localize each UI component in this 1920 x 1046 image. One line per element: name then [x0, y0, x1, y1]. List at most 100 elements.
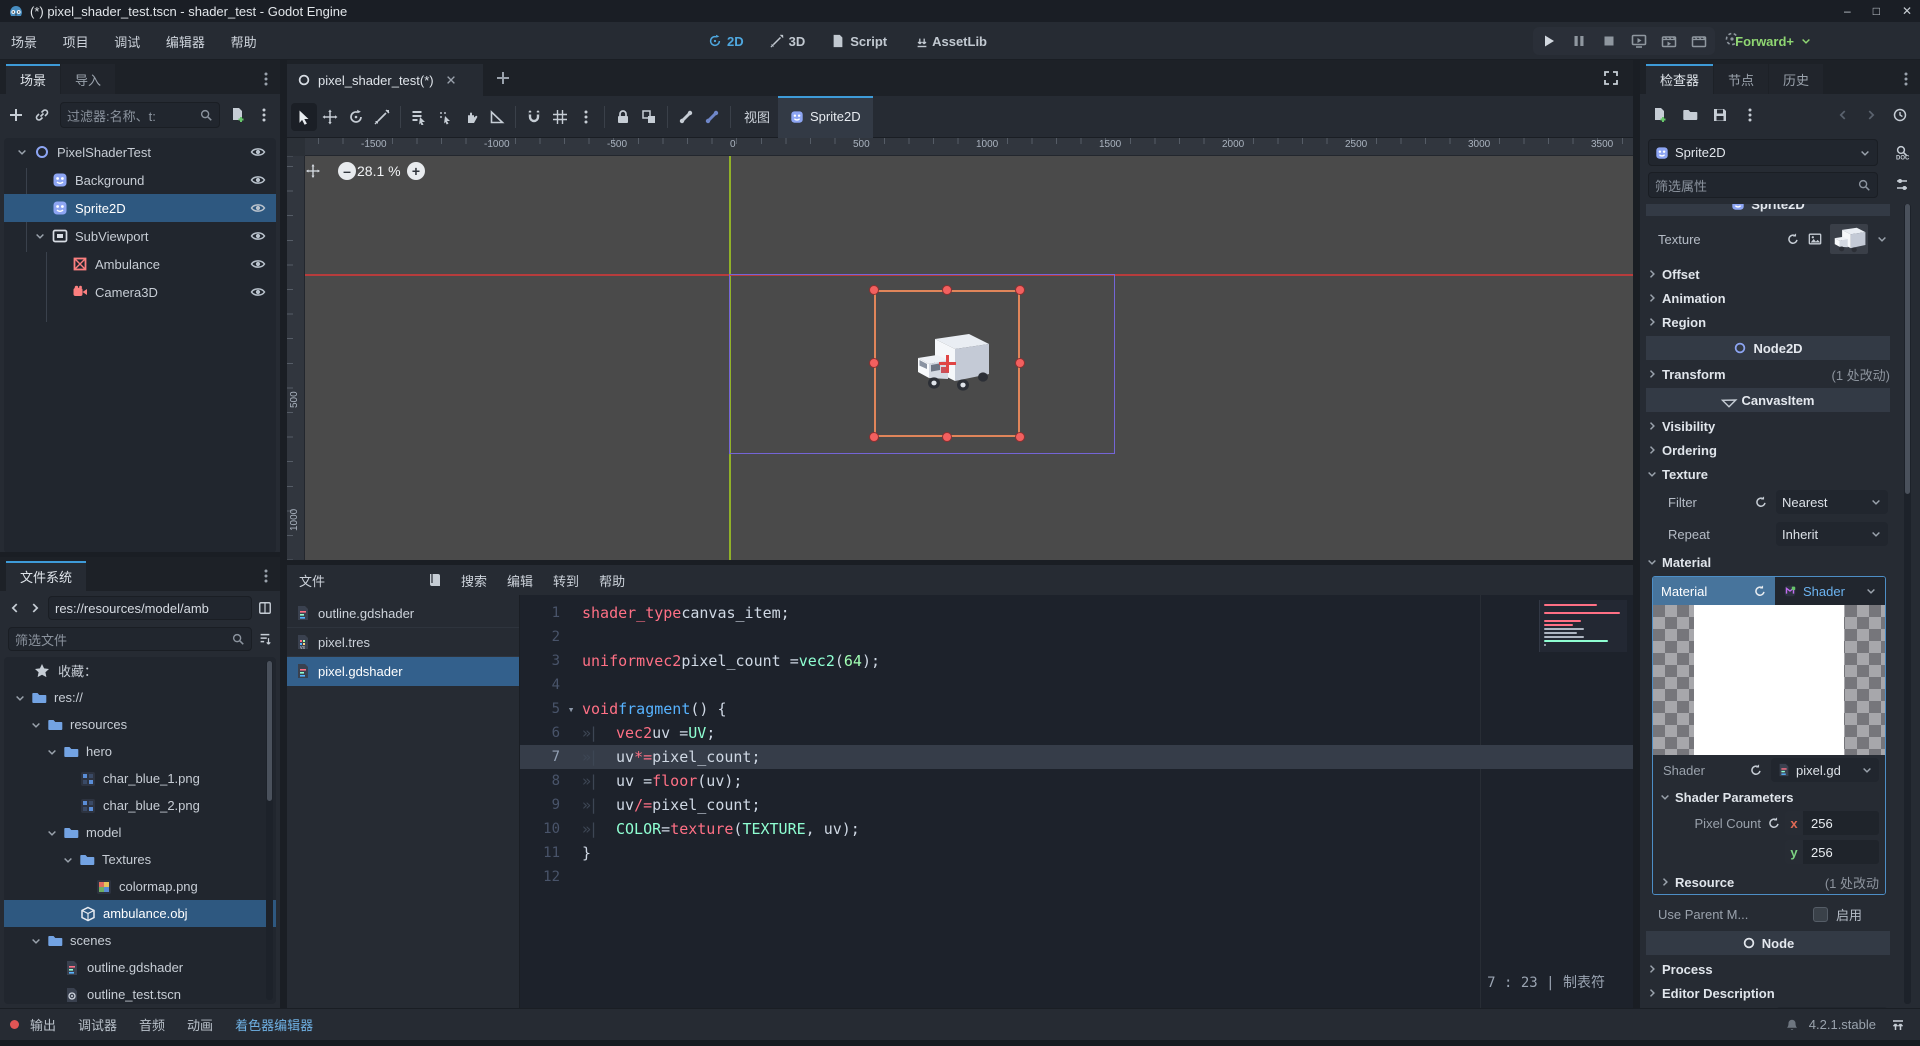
code-line-3[interactable]: 3uniform vec2 pixel_count = vec2(64); — [520, 649, 1633, 673]
section-animation[interactable]: Animation — [1640, 286, 1896, 310]
rotate-tool-button[interactable] — [343, 103, 369, 131]
close-tab-icon[interactable] — [445, 74, 457, 86]
play-custom-scene-button[interactable] — [1661, 33, 1677, 49]
revert-icon[interactable] — [1753, 584, 1767, 598]
load-resource-button[interactable] — [1682, 107, 1698, 123]
collapse-icon[interactable] — [14, 692, 26, 704]
tab-3d[interactable]: 3D — [762, 30, 814, 53]
visibility-toggle[interactable] — [250, 172, 266, 188]
scene-dock-menu-icon[interactable] — [258, 71, 274, 87]
select-tool-button[interactable] — [291, 103, 317, 131]
movie-maker-button[interactable] — [1691, 33, 1707, 49]
scene-tree-menu-icon[interactable] — [256, 107, 272, 123]
section-shader-parameters[interactable]: Shader Parameters — [1653, 785, 1885, 809]
file-row-outline-gdshader[interactable]: outline.gdshader — [4, 954, 276, 981]
section-editor-description[interactable]: Editor Description — [1640, 981, 1896, 1005]
notification-bell-icon[interactable] — [1785, 1018, 1799, 1032]
code-line-12[interactable]: 12 — [520, 865, 1633, 889]
shader-code-editor[interactable]: 1shader_type canvas_item;23uniform vec2 … — [520, 595, 1633, 1008]
filesystem-menu-icon[interactable] — [258, 568, 274, 584]
filter-dropdown[interactable]: Nearest — [1776, 490, 1888, 514]
menu-help[interactable]: 帮助 — [220, 22, 268, 60]
resize-handle-tl[interactable] — [869, 285, 879, 295]
expand-viewport-button[interactable] — [1603, 70, 1619, 86]
ruler-tool-button[interactable] — [484, 103, 510, 131]
new-tab-button[interactable] — [495, 70, 511, 86]
path-bar[interactable]: res://resources/model/amb — [48, 596, 252, 620]
tab-inspector[interactable]: 检查器 — [1646, 64, 1713, 94]
tree-node-pixelshadertest[interactable]: PixelShaderTest — [4, 138, 276, 166]
code-line-1[interactable]: 1shader_type canvas_item; — [520, 601, 1633, 625]
inspector-menu-icon[interactable] — [1898, 71, 1914, 87]
file-row-colormap[interactable]: colormap.png — [4, 873, 276, 900]
smart-snap-button[interactable] — [521, 103, 547, 131]
section-transform[interactable]: Transform (1 处改动) — [1640, 362, 1896, 386]
pause-button[interactable] — [1571, 33, 1587, 49]
open-docs-button[interactable] — [1894, 144, 1910, 160]
right-splitter[interactable] — [1633, 60, 1640, 1008]
collapse-icon[interactable] — [46, 827, 58, 839]
panel-debugger[interactable]: 调试器 — [67, 1007, 128, 1042]
section-offset[interactable]: Offset — [1640, 262, 1896, 286]
pixel-count-x-value[interactable]: 256 — [1803, 811, 1879, 835]
material-property[interactable]: Material — [1653, 577, 1775, 605]
bone-color-button[interactable] — [699, 103, 725, 131]
tree-node-background[interactable]: Background — [4, 166, 276, 194]
group-node-button[interactable] — [636, 103, 662, 131]
minimize-button[interactable]: – — [1844, 4, 1851, 18]
menu-debug[interactable]: 调试 — [103, 22, 151, 60]
pan-tool-button[interactable] — [458, 103, 484, 131]
list-select-tool-button[interactable] — [406, 103, 432, 131]
play-button[interactable] — [1541, 33, 1557, 49]
section-resource[interactable]: Resource (1 处改动 — [1653, 870, 1885, 894]
renderer-select[interactable]: Forward+ — [1735, 27, 1812, 55]
shader-file-outline[interactable]: outline.gdshader — [287, 599, 519, 628]
menu-scene[interactable]: 场景 — [0, 22, 48, 60]
lock-node-button[interactable] — [610, 103, 636, 131]
code-line-7[interactable]: 7»|uv *= pixel_count; — [520, 745, 1633, 769]
resource-options-menu[interactable] — [1742, 107, 1758, 123]
zoom-level[interactable]: 28.1 % — [357, 163, 401, 179]
maximize-button[interactable]: □ — [1873, 4, 1880, 18]
visibility-toggle[interactable] — [250, 256, 266, 272]
instance-scene-button[interactable] — [34, 107, 50, 123]
property-texture[interactable]: Texture — [1640, 216, 1896, 262]
resize-handle-r[interactable] — [1015, 358, 1025, 368]
section-material[interactable]: Material — [1640, 550, 1896, 574]
menu-editor[interactable]: 编辑器 — [155, 22, 216, 60]
file-row-char-blue-2[interactable]: char_blue_2.png — [4, 792, 276, 819]
tree-node-subviewport[interactable]: SubViewport — [4, 222, 276, 250]
play-scene-button[interactable] — [1631, 33, 1647, 49]
left-splitter[interactable] — [280, 60, 287, 1008]
nav-back-button[interactable] — [8, 601, 22, 615]
object-history-button[interactable] — [1892, 107, 1908, 123]
file-filter-input[interactable]: 筛选文件 — [8, 627, 252, 651]
pixel-count-y-value[interactable]: 256 — [1803, 840, 1879, 864]
repeat-dropdown[interactable]: Inherit — [1776, 522, 1888, 546]
pixel-count-y-field[interactable]: y 256 — [1785, 840, 1879, 864]
tree-node-sprite2d[interactable]: Sprite2D — [4, 194, 276, 222]
material-value-dropdown[interactable]: Shader — [1775, 577, 1885, 605]
file-row-res[interactable]: res:// — [4, 684, 276, 711]
tab-import-dock[interactable]: 导入 — [61, 64, 115, 94]
code-line-4[interactable]: 4 — [520, 673, 1633, 697]
visibility-toggle[interactable] — [250, 284, 266, 300]
collapse-icon[interactable] — [30, 719, 42, 731]
scale-tool-button[interactable] — [369, 103, 395, 131]
property-tools-button[interactable] — [1894, 177, 1910, 193]
file-row-model[interactable]: model — [4, 819, 276, 846]
file-row-char-blue-1[interactable]: char_blue_1.png — [4, 765, 276, 792]
left-dock-splitter[interactable] — [0, 552, 280, 557]
resize-handle-t[interactable] — [942, 285, 952, 295]
texture-thumbnail[interactable] — [1830, 224, 1868, 254]
expand-bottom-panel-button[interactable] — [1890, 1017, 1906, 1033]
panel-animation[interactable]: 动画 — [176, 1007, 224, 1042]
file-row-scenes[interactable]: scenes — [4, 927, 276, 954]
history-forward-button[interactable] — [1864, 108, 1878, 122]
save-resource-button[interactable] — [1712, 107, 1728, 123]
code-minimap[interactable] — [1539, 600, 1627, 652]
code-line-5[interactable]: 5▾void fragment() { — [520, 697, 1633, 721]
pixel-count-x-field[interactable]: x 256 — [1785, 811, 1879, 835]
panel-output[interactable]: 输出 — [19, 1007, 67, 1042]
grid-snap-button[interactable] — [547, 103, 573, 131]
